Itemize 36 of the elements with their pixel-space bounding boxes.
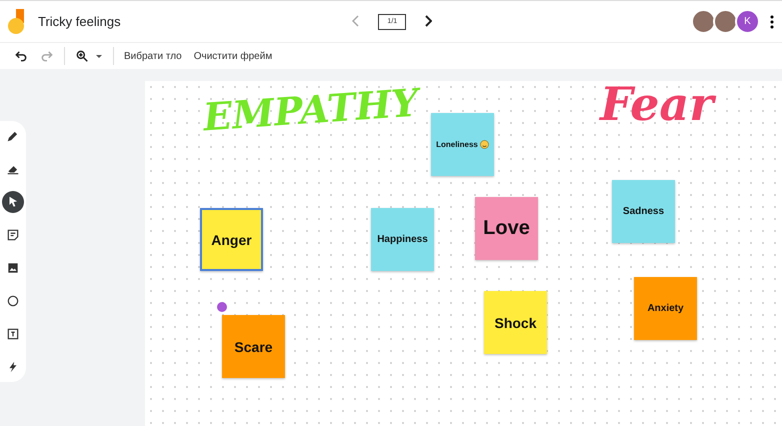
board-title: Tricky feelings <box>38 14 121 29</box>
sticky-note[interactable]: Anger <box>200 208 263 271</box>
note-text: Sadness <box>622 206 664 217</box>
note-text: Scare <box>234 338 273 354</box>
sticky-note[interactable]: Scare <box>222 315 285 378</box>
sticky-note[interactable]: Sadness <box>612 180 675 243</box>
undo-icon <box>14 49 28 63</box>
avatar[interactable]: K <box>735 9 760 34</box>
note-text: Happiness <box>377 234 428 245</box>
note-text: Love <box>483 217 530 240</box>
sticky-note[interactable]: Happiness <box>371 208 434 271</box>
sticky-note[interactable]: Love <box>475 197 538 260</box>
note-icon <box>6 228 20 242</box>
note-text: Anger <box>211 232 252 248</box>
toolbar-action-button[interactable]: Вибрати тло <box>118 45 188 67</box>
image-icon <box>6 261 20 275</box>
select-tool-button[interactable] <box>2 191 24 213</box>
redo-icon <box>40 49 54 63</box>
sticky-note[interactable]: Shock <box>484 291 547 354</box>
chevron-left-icon <box>352 15 360 27</box>
note-text: Shock <box>494 314 536 330</box>
toolbar-action-button[interactable]: Очистити фрейм <box>188 45 278 67</box>
collaborator-cursor <box>217 302 227 312</box>
circle-icon <box>6 294 20 308</box>
handwritten-word: EMPATHY <box>202 80 420 140</box>
zoom-in-icon <box>75 49 89 63</box>
note-text: Anxiety <box>647 303 684 314</box>
pen-icon <box>6 129 20 143</box>
text-box-icon <box>6 327 20 341</box>
sticky-note[interactable]: Loneliness <box>431 113 494 176</box>
more-icon[interactable] <box>770 14 774 28</box>
chevron-right-icon <box>424 15 432 27</box>
sticky-note[interactable]: Anxiety <box>634 277 697 340</box>
caret-icon <box>95 52 103 60</box>
note-text: Loneliness <box>436 140 478 149</box>
whiteboard-canvas[interactable]: EMPATHY Fear Loneliness Anger Happiness Love Sadness Shock Anxiety Scare <box>145 81 782 426</box>
